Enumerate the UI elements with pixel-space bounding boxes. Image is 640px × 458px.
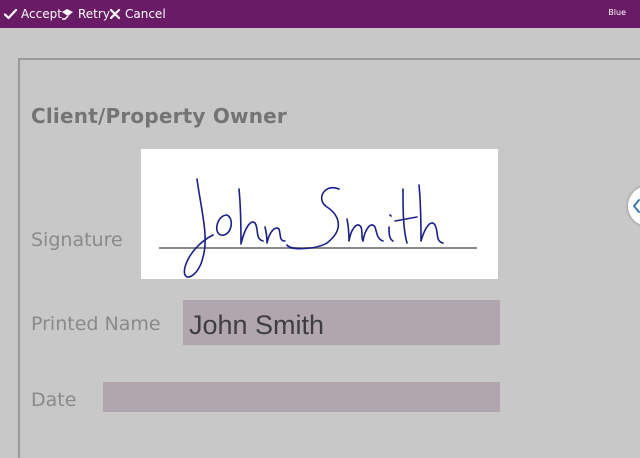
retry-button[interactable]: Retry <box>61 0 110 28</box>
cancel-button[interactable]: Cancel <box>109 0 166 28</box>
pen-color-selector[interactable]: Blue <box>608 8 626 17</box>
cancel-label: Cancel <box>125 7 166 21</box>
date-label: Date <box>31 389 77 411</box>
eraser-icon <box>61 8 74 20</box>
accept-label: Accept <box>21 7 62 21</box>
checkmark-icon <box>4 8 17 20</box>
retry-label: Retry <box>78 7 110 21</box>
accept-button[interactable]: Accept <box>4 0 62 28</box>
signature-label: Signature <box>31 229 123 251</box>
printed-name-field[interactable]: John Smith <box>183 300 500 345</box>
action-bar: Accept Retry Cancel Blue <box>0 0 640 28</box>
signature-strokes <box>183 178 444 278</box>
signature-ink <box>159 178 477 278</box>
signature-pad[interactable] <box>141 149 498 279</box>
section-title: Client/Property Owner <box>31 104 287 128</box>
close-icon <box>109 8 121 20</box>
date-field[interactable] <box>103 382 500 412</box>
printed-name-label: Printed Name <box>31 313 161 335</box>
